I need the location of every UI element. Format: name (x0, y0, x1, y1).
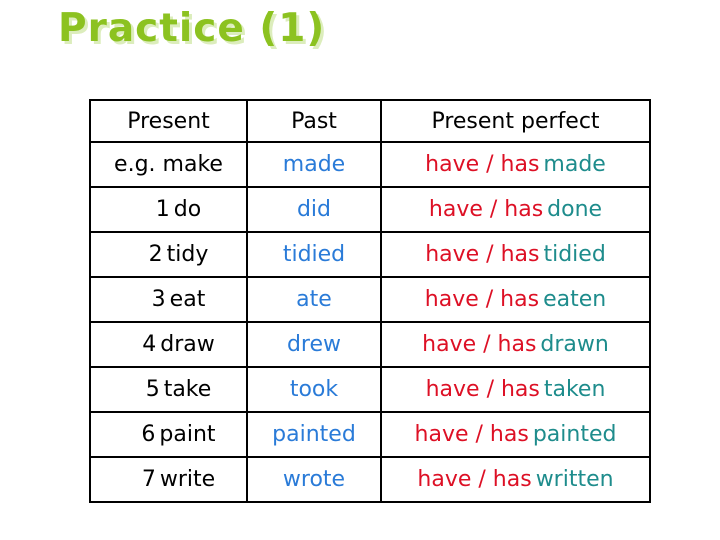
cell-present: 6 paint (89, 411, 248, 458)
present-verb: paint (159, 422, 216, 447)
present-verb: do (173, 197, 202, 222)
row-number: 2 (148, 242, 163, 267)
table-header-row: Present Past Present perfect (89, 99, 651, 143)
row-number: 6 (141, 422, 156, 447)
auxiliary-verb: have / has (428, 197, 544, 222)
cell-past: ate (246, 276, 382, 323)
row-number: 7 (141, 467, 156, 492)
cell-past: drew (246, 321, 382, 368)
auxiliary-verb: have / has (417, 467, 532, 492)
column-header-past: Past (246, 99, 382, 143)
table-row: 1 do did have / has done (89, 186, 651, 233)
cell-present-perfect: have / has done (380, 186, 651, 233)
past-participle: written (535, 467, 614, 492)
past-participle: tidied (543, 242, 606, 267)
past-participle: done (547, 197, 603, 222)
table-row: 7 write wrote have / has written (89, 456, 651, 503)
past-participle: taken (543, 377, 606, 402)
cell-past: tidied (246, 231, 382, 278)
cell-present-perfect: have / has written (380, 456, 651, 503)
cell-present-perfect: have / has drawn (380, 321, 651, 368)
cell-present-perfect: have / has taken (380, 366, 651, 413)
auxiliary-verb: have / has (425, 377, 540, 402)
table-row: 4 draw drew have / has drawn (89, 321, 651, 368)
cell-past: painted (246, 411, 382, 458)
past-participle: made (543, 152, 606, 177)
cell-present: 1 do (89, 186, 248, 233)
past-participle: drawn (540, 332, 609, 357)
row-number: 1 (155, 197, 170, 222)
slide-title: Practice (1) (58, 6, 326, 51)
table-row: 6 paint painted have / has painted (89, 411, 651, 458)
table-body: e.g. make made have / has made 1 do did have / … (89, 141, 651, 503)
auxiliary-verb: have / has (422, 332, 537, 357)
cell-past: took (246, 366, 382, 413)
auxiliary-verb: have / has (414, 422, 529, 447)
cell-present-perfect: have / has eaten (380, 276, 651, 323)
table-row: 2 tidy tidied have / has tidied (89, 231, 651, 278)
cell-present: 5 take (89, 366, 248, 413)
verb-forms-table: Present Past Present perfect e.g. make ma… (89, 99, 651, 503)
present-verb: e.g. make (114, 152, 223, 177)
cell-present-perfect: have / has tidied (380, 231, 651, 278)
auxiliary-verb: have / has (425, 152, 540, 177)
cell-present: 3 eat (89, 276, 248, 323)
cell-present: 4 draw (89, 321, 248, 368)
column-header-present: Present (89, 99, 248, 143)
column-header-present-perfect: Present perfect (380, 99, 651, 143)
present-verb: eat (169, 287, 206, 312)
cell-present-perfect: have / has made (380, 141, 651, 188)
table-row: 5 take took have / has taken (89, 366, 651, 413)
auxiliary-verb: have / has (425, 242, 540, 267)
present-verb: draw (160, 332, 215, 357)
cell-present: 7 write (89, 456, 248, 503)
cell-past: made (246, 141, 382, 188)
past-participle: eaten (543, 287, 607, 312)
row-number: 4 (142, 332, 157, 357)
cell-past: did (246, 186, 382, 233)
table-row: e.g. make made have / has made (89, 141, 651, 188)
present-verb: take (163, 377, 212, 402)
cell-past: wrote (246, 456, 382, 503)
cell-present: 2 tidy (89, 231, 248, 278)
cell-present: e.g. make (89, 141, 248, 188)
row-number: 5 (145, 377, 160, 402)
present-verb: tidy (166, 242, 209, 267)
table-row: 3 eat ate have / has eaten (89, 276, 651, 323)
row-number: 3 (151, 287, 166, 312)
auxiliary-verb: have / has (424, 287, 540, 312)
present-verb: write (159, 467, 216, 492)
table-header: Present Past Present perfect (89, 99, 651, 143)
cell-present-perfect: have / has painted (380, 411, 651, 458)
past-participle: painted (532, 422, 617, 447)
